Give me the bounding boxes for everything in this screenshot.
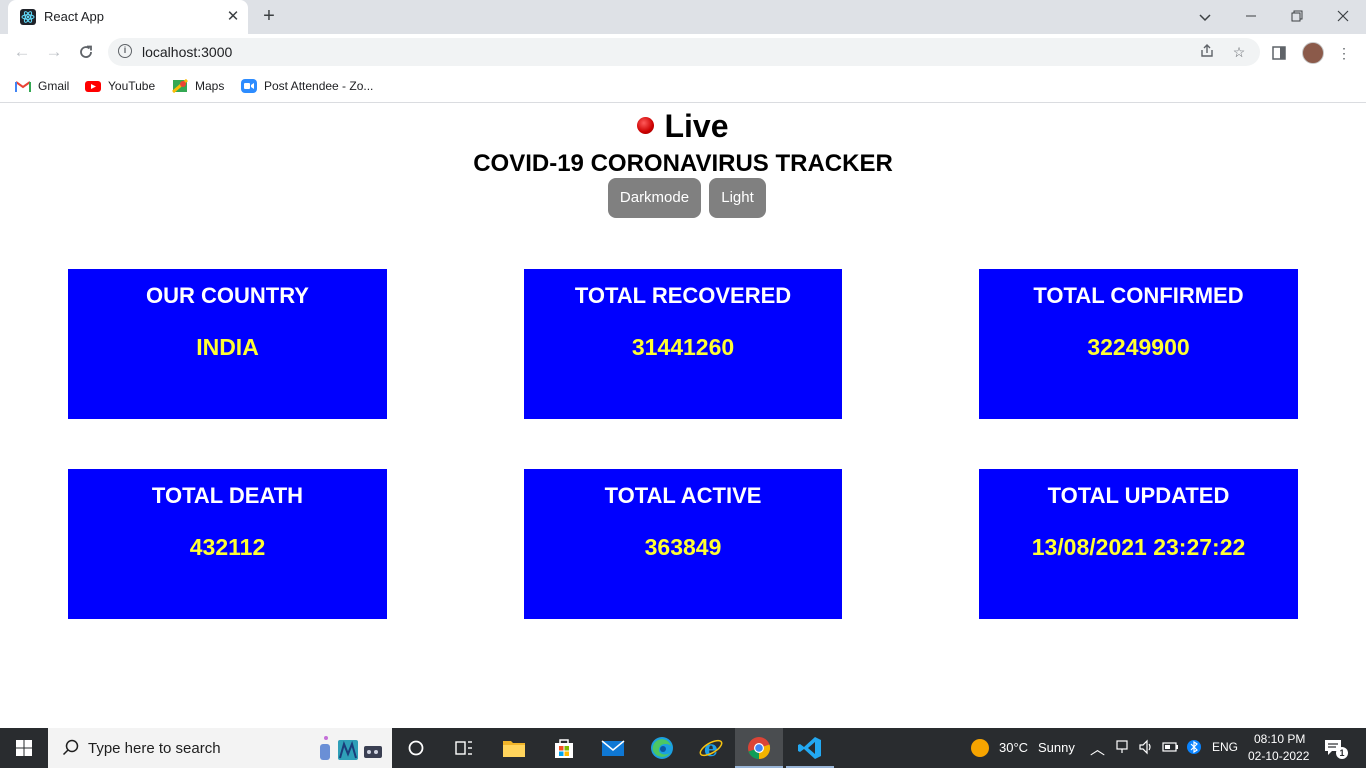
card-label: TOTAL DEATH (151, 483, 304, 508)
live-label: Live (664, 108, 729, 144)
svg-text:e: e (704, 736, 718, 762)
vscode-icon (798, 737, 821, 759)
bookmark-label: YouTube (108, 79, 156, 93)
weather-sun-icon[interactable] (966, 734, 994, 762)
page-content: Live COVID-19 CORONAVIRUS TRACKER Darkmo… (0, 103, 1366, 728)
clock-date[interactable]: 02-10-2022 (1248, 749, 1309, 763)
notification-count: 1 (1336, 747, 1348, 759)
edge-icon[interactable] (648, 734, 676, 762)
card-value: 363849 (644, 534, 722, 560)
card-value: 432112 (189, 534, 266, 560)
url-text: localhost:3000 (142, 44, 233, 60)
share-icon[interactable] (1198, 43, 1216, 61)
browser-tab-strip: React App ✕ + (0, 0, 1366, 34)
taskbar-chrome-active[interactable] (735, 728, 783, 768)
bookmark-gmail[interactable]: Gmail (15, 76, 69, 96)
zoom-icon (241, 78, 257, 93)
restore-icon[interactable] (1286, 6, 1308, 28)
file-explorer-icon[interactable] (500, 734, 528, 762)
address-bar[interactable]: i localhost:3000 ☆ (108, 38, 1260, 66)
browser-tab[interactable]: React App ✕ (8, 0, 248, 34)
gmail-icon (15, 79, 31, 93)
chrome-icon (748, 737, 771, 760)
card-value: 13/08/2021 23:27:22 (1031, 534, 1246, 560)
card-total-active: TOTAL ACTIVE 363849 (524, 469, 842, 619)
live-dot-icon (637, 117, 655, 135)
card-label: TOTAL RECOVERED (574, 283, 792, 308)
close-tab-icon[interactable]: ✕ (224, 8, 242, 26)
side-panel-icon[interactable] (1269, 43, 1289, 63)
card-label: TOTAL UPDATED (1047, 483, 1230, 508)
tab-search-icon[interactable] (1194, 6, 1216, 28)
notification-icon[interactable]: 1 (1324, 739, 1348, 760)
show-hidden-icons[interactable]: ︿ (1090, 738, 1105, 759)
bookmarks-bar: Gmail YouTube Maps Post Attendee - Zo... (0, 70, 1366, 103)
microsoft-store-icon[interactable] (550, 734, 578, 762)
close-window-icon[interactable] (1332, 6, 1354, 28)
bluetooth-icon[interactable] (1187, 738, 1201, 759)
bookmark-zoom[interactable]: Post Attendee - Zo... (241, 76, 373, 96)
mail-icon[interactable] (599, 734, 627, 762)
weather-temp: 30°C (999, 740, 1029, 755)
youtube-icon (85, 79, 101, 93)
card-total-confirmed: TOTAL CONFIRMED 32249900 (979, 269, 1298, 419)
card-label: OUR COUNTRY (146, 283, 309, 308)
battery-icon[interactable] (1162, 739, 1180, 758)
reload-icon[interactable] (75, 41, 97, 63)
profile-avatar[interactable] (1302, 42, 1324, 64)
windows-start-icon[interactable] (0, 728, 48, 768)
bookmark-label: Post Attendee - Zo... (264, 79, 374, 93)
back-icon[interactable]: ← (11, 41, 33, 63)
forward-icon[interactable]: → (43, 41, 65, 63)
cortana-icon[interactable] (402, 734, 430, 762)
live-heading: Live (0, 108, 1366, 145)
card-total-recovered: TOTAL RECOVERED 31441260 (524, 269, 842, 419)
taskbar-vscode[interactable] (786, 728, 834, 768)
card-total-death: TOTAL DEATH 432112 (68, 469, 387, 619)
card-label: TOTAL ACTIVE (604, 483, 762, 508)
search-highlight-icon (316, 732, 388, 764)
volume-icon[interactable] (1138, 739, 1154, 758)
card-value: 32249900 (1087, 334, 1190, 360)
browser-toolbar: ← → i localhost:3000 ☆ ⋮ (0, 34, 1366, 70)
bookmark-maps[interactable]: Maps (172, 76, 224, 96)
bookmark-youtube[interactable]: YouTube (85, 76, 155, 96)
light-button[interactable]: Light (709, 178, 766, 218)
bookmark-label: Gmail (38, 79, 70, 93)
bookmark-label: Maps (195, 79, 225, 93)
task-view-icon[interactable] (450, 734, 478, 762)
taskbar-search-box[interactable]: Type here to search (48, 728, 392, 768)
windows-taskbar: Type here to search e 30°C Sunny ︿ ENG 0… (0, 728, 1366, 768)
darkmode-button[interactable]: Darkmode (608, 178, 701, 218)
weather-condition: Sunny (1038, 740, 1075, 755)
clock-time[interactable]: 08:10 PM (1254, 732, 1305, 746)
search-icon (62, 739, 80, 762)
network-icon[interactable] (1115, 739, 1129, 758)
minimize-icon[interactable] (1240, 6, 1262, 28)
card-total-updated: TOTAL UPDATED 13/08/2021 23:27:22 (979, 469, 1298, 619)
card-label: TOTAL CONFIRMED (1033, 283, 1244, 308)
search-placeholder: Type here to search (88, 740, 221, 757)
site-info-icon[interactable]: i (118, 44, 132, 58)
menu-kebab-icon[interactable]: ⋮ (1334, 43, 1354, 63)
internet-explorer-icon[interactable]: e (697, 734, 725, 762)
new-tab-icon[interactable]: + (258, 6, 280, 28)
page-title: COVID-19 CORONAVIRUS TRACKER (473, 150, 893, 177)
react-icon (20, 9, 36, 25)
card-value: 31441260 (631, 334, 735, 360)
tab-title: React App (44, 9, 104, 24)
maps-icon (172, 78, 188, 93)
bookmark-star-icon[interactable]: ☆ (1230, 43, 1248, 61)
language-indicator[interactable]: ENG (1212, 740, 1238, 754)
card-our-country: OUR COUNTRY INDIA (68, 269, 387, 419)
card-value: INDIA (196, 334, 259, 360)
